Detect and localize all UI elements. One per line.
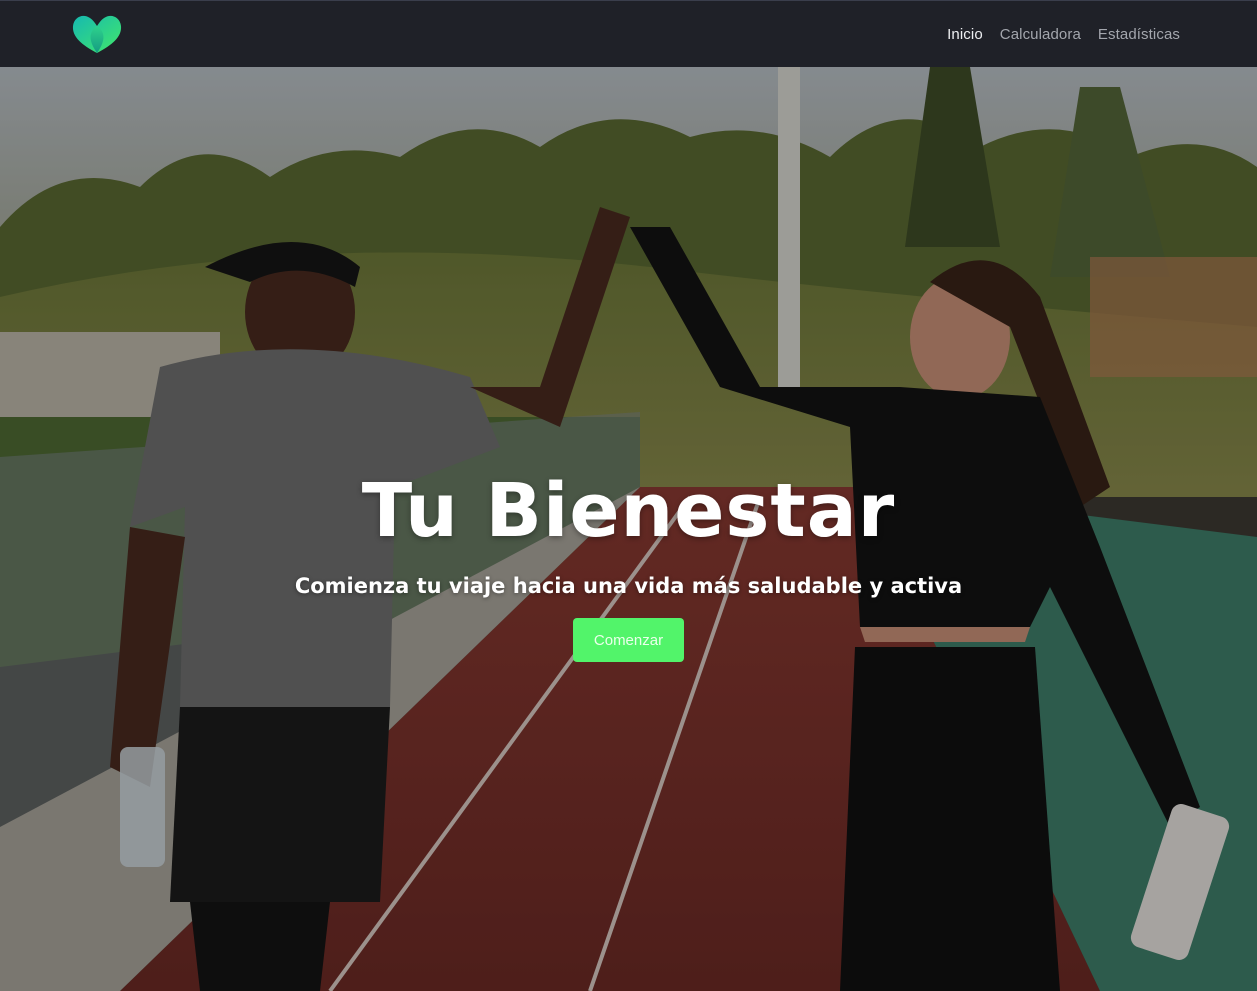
nav-link-calculadora[interactable]: Calculadora (1000, 26, 1081, 43)
main-nav: Inicio Calculadora Estadísticas (947, 26, 1180, 43)
navbar: Inicio Calculadora Estadísticas (0, 0, 1257, 67)
hero-subtitle: Comienza tu viaje hacia una vida más sal… (294, 574, 963, 599)
hero-content: Tu Bienestar Comienza tu viaje hacia una… (0, 468, 1257, 663)
nav-link-estadisticas[interactable]: Estadísticas (1098, 26, 1180, 43)
nav-link-inicio[interactable]: Inicio (947, 26, 983, 43)
hero-title: Tu Bienestar (361, 468, 896, 554)
comenzar-button[interactable]: Comenzar (573, 618, 684, 663)
hero-section: Tu Bienestar Comienza tu viaje hacia una… (0, 67, 1257, 991)
heart-logo-icon[interactable] (72, 13, 122, 55)
